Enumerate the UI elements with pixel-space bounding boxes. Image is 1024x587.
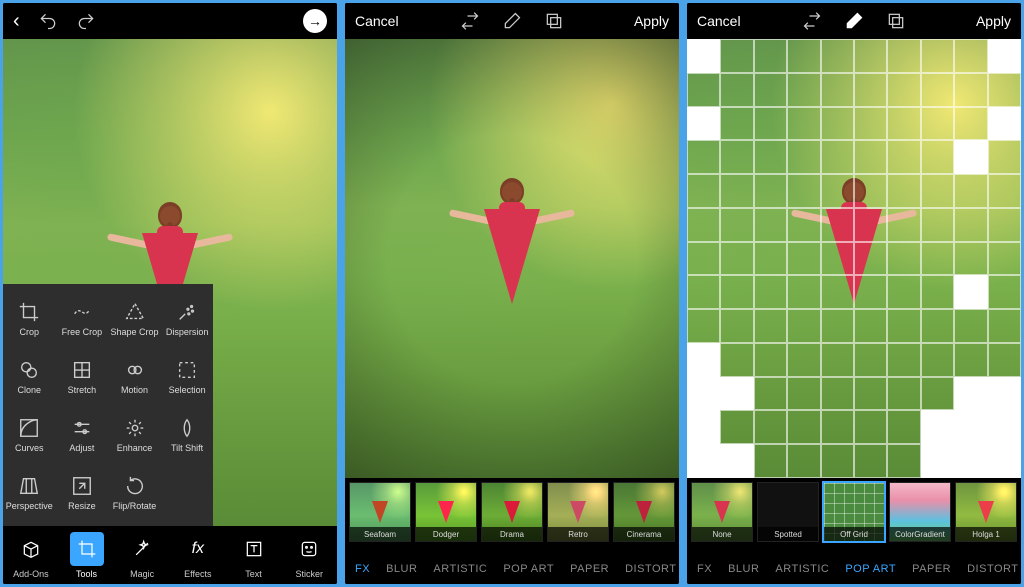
filter-cinerama[interactable]: Cinerama [613, 482, 675, 542]
cat-blur[interactable]: BLUR [386, 563, 417, 575]
bottom-effects[interactable]: fx Effects [170, 532, 226, 579]
tool-perspective[interactable]: Perspective [3, 464, 56, 522]
cat-artistic[interactable]: ARTISTIC [775, 563, 829, 575]
filter-dodger[interactable]: Dodger [415, 482, 477, 542]
image-canvas[interactable] [345, 39, 679, 478]
tool-tilt-shift[interactable]: Tilt Shift [161, 406, 214, 464]
tool-free-crop[interactable]: Free Crop [56, 290, 109, 348]
eraser-icon[interactable] [844, 11, 864, 31]
tool-adjust[interactable]: Adjust [56, 406, 109, 464]
filter-thumbnails: None Spotted Off Grid ColorGradient Holg… [687, 478, 1021, 554]
filter-colorgradient[interactable]: ColorGradient [889, 482, 951, 542]
cat-blur[interactable]: BLUR [728, 563, 759, 575]
tool-selection[interactable]: Selection [161, 348, 214, 406]
tool-crop[interactable]: Crop [3, 290, 56, 348]
back-button[interactable]: ‹ [13, 10, 20, 33]
cat-fx[interactable]: FX [697, 563, 712, 575]
tool-flip-rotate[interactable]: Flip/Rotate [108, 464, 161, 522]
redo-icon[interactable] [76, 11, 96, 31]
filter-category-row: FX BLUR ARTISTIC POP ART PAPER DISTORT C [345, 554, 679, 584]
compare-icon[interactable] [460, 11, 480, 31]
filter-holga1[interactable]: Holga 1 [955, 482, 1017, 542]
tool-resize[interactable]: Resize [56, 464, 109, 522]
bottom-sticker[interactable]: Sticker [281, 532, 337, 579]
tool-curves[interactable]: Curves [3, 406, 56, 464]
filter-spotted[interactable]: Spotted [757, 482, 819, 542]
tools-popup: Crop Free Crop Shape Crop Dispersion Clo… [3, 284, 213, 526]
cat-fx[interactable]: FX [355, 563, 370, 575]
filter-retro[interactable]: Retro [547, 482, 609, 542]
off-grid-overlay [687, 39, 1021, 478]
filter-off-grid[interactable]: Off Grid [823, 482, 885, 542]
bottom-toolbar: Add-Ons Tools Magic fx Effects Text Stic… [3, 526, 337, 584]
tool-stretch[interactable]: Stretch [56, 348, 109, 406]
top-bar: Cancel Apply [345, 3, 679, 39]
screen-fx-filters: Cancel Apply Seafoam Dodger Drama Retro … [345, 3, 679, 584]
image-canvas[interactable]: Crop Free Crop Shape Crop Dispersion Clo… [3, 39, 337, 526]
bottom-add-ons[interactable]: Add-Ons [3, 532, 59, 579]
apply-button[interactable]: Apply [634, 13, 669, 29]
bottom-magic[interactable]: Magic [114, 532, 170, 579]
cat-distort[interactable]: DISTORT [625, 563, 676, 575]
filter-category-row: FX BLUR ARTISTIC POP ART PAPER DISTORT C [687, 554, 1021, 584]
top-bar: Cancel Apply [687, 3, 1021, 39]
filter-drama[interactable]: Drama [481, 482, 543, 542]
cat-paper[interactable]: PAPER [570, 563, 609, 575]
undo-icon[interactable] [38, 11, 58, 31]
tool-shape-crop[interactable]: Shape Crop [108, 290, 161, 348]
compare-icon[interactable] [802, 11, 822, 31]
filter-thumbnails: Seafoam Dodger Drama Retro Cinerama [345, 478, 679, 554]
layers-icon[interactable] [886, 11, 906, 31]
screen-popart-offgrid: Cancel Apply None Spotted Off Grid Color… [687, 3, 1021, 584]
cat-artistic[interactable]: ARTISTIC [433, 563, 487, 575]
cat-pop-art[interactable]: POP ART [503, 563, 554, 575]
tool-motion[interactable]: Motion [108, 348, 161, 406]
cat-pop-art[interactable]: POP ART [845, 563, 896, 575]
next-button[interactable]: → [303, 9, 327, 33]
cat-distort[interactable]: DISTORT [967, 563, 1018, 575]
cancel-button[interactable]: Cancel [355, 13, 399, 29]
filter-none[interactable]: None [691, 482, 753, 542]
screen-editor-tools: ‹ → Crop Free Crop Shape [3, 3, 337, 584]
bottom-text[interactable]: Text [226, 532, 282, 579]
eraser-icon[interactable] [502, 11, 522, 31]
image-canvas[interactable] [687, 39, 1021, 478]
apply-button[interactable]: Apply [976, 13, 1011, 29]
filter-seafoam[interactable]: Seafoam [349, 482, 411, 542]
tool-clone[interactable]: Clone [3, 348, 56, 406]
cat-paper[interactable]: PAPER [912, 563, 951, 575]
cancel-button[interactable]: Cancel [697, 13, 741, 29]
layers-icon[interactable] [544, 11, 564, 31]
tool-enhance[interactable]: Enhance [108, 406, 161, 464]
tool-dispersion[interactable]: Dispersion [161, 290, 214, 348]
top-bar: ‹ → [3, 3, 337, 39]
bottom-tools[interactable]: Tools [59, 532, 115, 579]
